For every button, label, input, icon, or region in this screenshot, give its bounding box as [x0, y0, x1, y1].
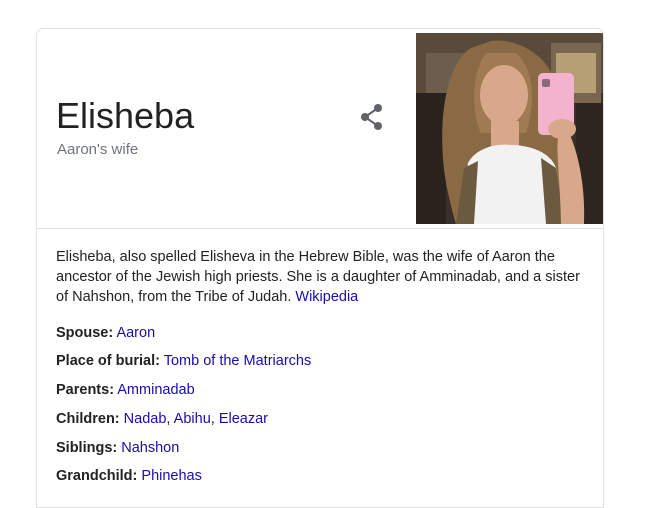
entity-description: Elisheba, also spelled Elisheva in the H…: [56, 247, 591, 307]
fact-value-link[interactable]: Nahshon: [121, 440, 179, 456]
fact-value-link[interactable]: Tomb of the Matriarchs: [164, 353, 311, 369]
fact-value-link[interactable]: Eleazar: [219, 411, 268, 427]
fact-value-link[interactable]: Abihu: [174, 411, 211, 427]
fact-value-link[interactable]: Aaron: [116, 325, 155, 341]
fact-value-link[interactable]: Amminadab: [117, 382, 194, 398]
knowledge-panel: Elisheba Aaron's wife Elisheba, also spe…: [36, 28, 604, 508]
entity-subtitle: Aaron's wife: [57, 141, 139, 158]
fact-value-link[interactable]: Nadab: [124, 411, 167, 427]
panel-divider: [37, 228, 603, 229]
fact-value-link[interactable]: Phinehas: [141, 468, 201, 484]
entity-photo[interactable]: [416, 33, 603, 224]
panel-header: Elisheba Aaron's wife: [37, 29, 603, 228]
fact-children: Children: Nadab, Abihu, Eleazar: [56, 411, 268, 427]
share-button[interactable]: [357, 102, 387, 132]
fact-label: Grandchild:: [56, 468, 138, 484]
share-icon: [361, 104, 382, 130]
entity-title: Elisheba: [56, 95, 195, 136]
fact-place-of-burial: Place of burial: Tomb of the Matriarchs: [56, 351, 311, 371]
fact-label: Children:: [56, 411, 120, 427]
fact-siblings: Siblings: Nahshon: [56, 438, 179, 458]
fact-label: Siblings:: [56, 440, 118, 456]
fact-label: Spouse:: [56, 325, 114, 341]
fact-grandchild: Grandchild: Phinehas: [56, 466, 202, 486]
fact-label: Place of burial:: [56, 353, 160, 369]
fact-spouse: Spouse: Aaron: [56, 323, 155, 343]
selfie-image: [416, 33, 603, 224]
fact-label: Parents:: [56, 382, 115, 398]
fact-parents: Parents: Amminadab: [56, 380, 195, 400]
wikipedia-link[interactable]: Wikipedia: [295, 289, 358, 305]
